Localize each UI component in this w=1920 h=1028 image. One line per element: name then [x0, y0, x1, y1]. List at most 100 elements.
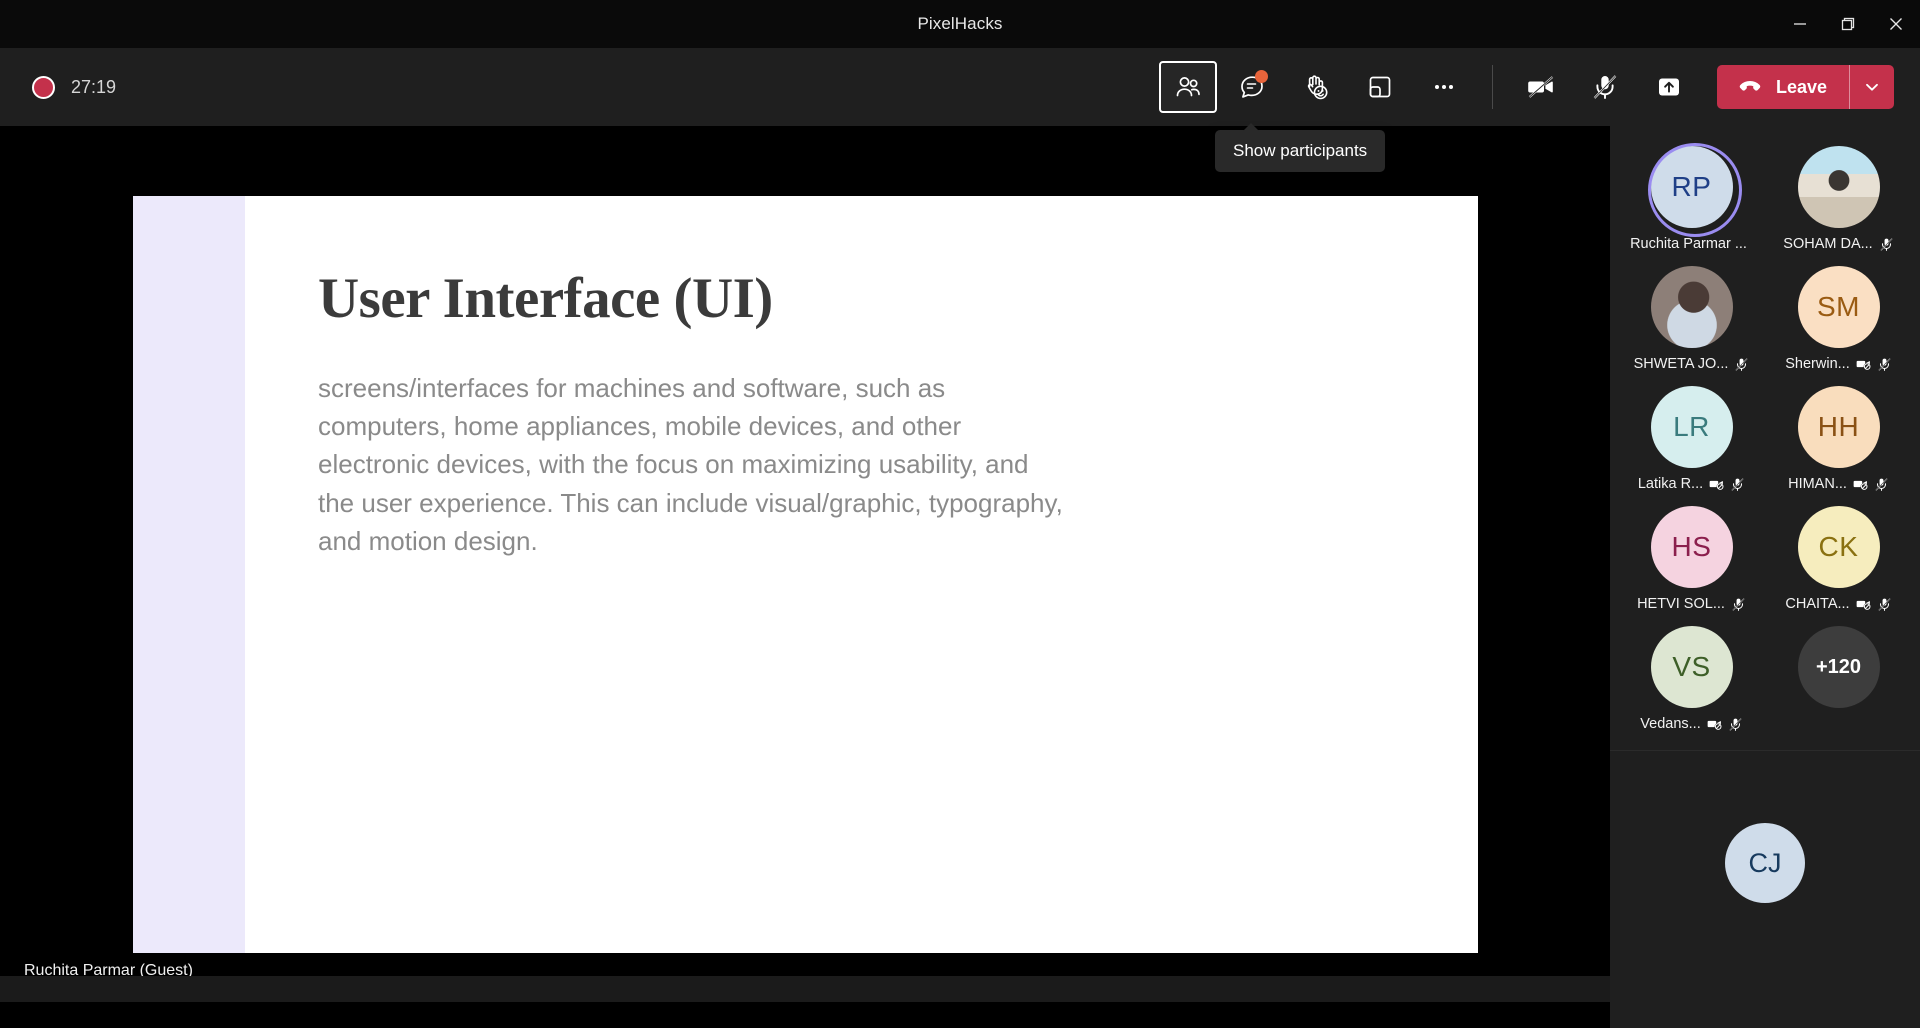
participants-panel: RP Ruchita Parmar ... SOHAM DA... SHWETA J…: [1610, 126, 1920, 1028]
participant-name-row: Sherwin...: [1785, 356, 1891, 372]
window-controls: [1776, 0, 1920, 48]
avatar: [1797, 146, 1880, 228]
camera-off-icon: [1709, 480, 1724, 491]
participant-status-icons: [1856, 356, 1892, 372]
participant-status-icons: [1856, 596, 1892, 612]
participant-name-row: Latika R...: [1638, 476, 1745, 492]
mic-muted-icon: [1875, 477, 1888, 491]
participant-name: Latika R...: [1637, 476, 1704, 492]
avatar: HH: [1797, 386, 1880, 468]
meeting-toolbar: 27:19 Leave: [0, 48, 1920, 126]
hangup-icon: [1739, 81, 1761, 91]
participant-name-row: HIMAN...: [1788, 476, 1889, 492]
participant-avatar-active-speaker: RP: [1645, 140, 1742, 237]
toolbar-divider: [1491, 65, 1493, 109]
participant-name: SOHAM DA...: [1783, 236, 1873, 252]
camera-toggle-button[interactable]: [1512, 61, 1570, 113]
participant-avatar-wrap: [1645, 260, 1739, 354]
participant-avatar-wrap: [1792, 140, 1886, 234]
slide-title: User Interface (UI): [318, 267, 773, 330]
participants-grid: RP Ruchita Parmar ... SOHAM DA... SHWETA J…: [1610, 126, 1920, 751]
mic-muted-icon: [1880, 237, 1893, 251]
participant-tile[interactable]: LR Latika R...: [1620, 380, 1763, 492]
participant-avatar-wrap: HS: [1645, 500, 1739, 594]
avatar: SM: [1797, 266, 1880, 348]
participant-name: HETVI SOL...: [1637, 596, 1725, 612]
leave-button-label: Leave: [1775, 76, 1827, 97]
mic-muted-icon: [1878, 597, 1891, 611]
participant-tile[interactable]: SM Sherwin...: [1767, 260, 1910, 372]
participant-name: CHAITA...: [1785, 596, 1850, 612]
camera-off-icon: [1856, 600, 1871, 611]
participant-tile[interactable]: HH HIMAN...: [1767, 380, 1910, 492]
camera-off-icon: [1528, 76, 1554, 98]
self-avatar: CJ: [1725, 823, 1805, 903]
share-screen-icon: [1658, 78, 1679, 96]
ellipsis-icon: [1434, 85, 1453, 89]
participant-tile[interactable]: SHWETA JO...: [1620, 260, 1763, 372]
camera-off-icon: [1856, 360, 1871, 371]
participant-status-icons: [1731, 597, 1746, 612]
participant-name: SHWETA JO...: [1633, 356, 1729, 372]
slide-accent-strip: [133, 196, 245, 953]
avatar: [1650, 266, 1733, 348]
participant-name-row: CHAITA...: [1785, 596, 1891, 612]
reactions-button[interactable]: [1287, 61, 1345, 113]
mic-muted-icon: [1732, 597, 1745, 611]
participant-name: Sherwin...: [1785, 356, 1850, 372]
overflow-count: +120: [1797, 626, 1880, 708]
window-titlebar: PixelHacks: [0, 0, 1920, 48]
chat-button[interactable]: [1223, 61, 1281, 113]
stage-bottom-strip: [0, 976, 1610, 1002]
window-title: PixelHacks: [917, 14, 1003, 33]
mic-muted-icon: [1878, 357, 1891, 371]
close-button[interactable]: [1872, 0, 1920, 48]
participant-status-icons: [1709, 476, 1745, 492]
shared-content-stage[interactable]: User Interface (UI) screens/interfaces f…: [0, 126, 1610, 1002]
mic-muted-icon: [1731, 477, 1744, 491]
participant-tile[interactable]: CK CHAITA...: [1767, 500, 1910, 612]
participant-name-row: Ruchita Parmar ...: [1630, 236, 1753, 252]
self-view-tile[interactable]: CJ: [1610, 698, 1920, 1028]
avatar: LR: [1650, 386, 1733, 468]
share-content-button[interactable]: [1640, 61, 1698, 113]
participant-name: HIMAN...: [1788, 476, 1847, 492]
rooms-button[interactable]: [1351, 61, 1409, 113]
avatar: CK: [1797, 506, 1880, 588]
avatar: RP: [1650, 146, 1733, 228]
breakout-rooms-icon: [1369, 76, 1391, 98]
participant-avatar-wrap: HH: [1792, 380, 1886, 474]
more-options-button[interactable]: [1415, 61, 1473, 113]
leave-button[interactable]: Leave: [1717, 65, 1849, 109]
participant-tile[interactable]: RP Ruchita Parmar ...: [1620, 140, 1763, 252]
participant-status-icons: [1853, 476, 1889, 492]
participant-tile[interactable]: HS HETVI SOL...: [1620, 500, 1763, 612]
participant-name-row: SHWETA JO...: [1634, 356, 1750, 372]
show-participants-tooltip: Show participants: [1215, 123, 1386, 172]
slide-body-text: screens/interfaces for machines and soft…: [318, 373, 1063, 556]
leave-options-button[interactable]: [1850, 65, 1894, 109]
slide-body: User Interface (UI) screens/interfaces f…: [245, 196, 1478, 953]
leave-button-group: Leave: [1716, 65, 1894, 109]
mic-muted-icon: [1735, 357, 1748, 371]
participant-status-icons: [1734, 357, 1749, 372]
chevron-down-icon: [1866, 83, 1878, 91]
participant-avatar-wrap: SM: [1792, 260, 1886, 354]
toolbar-actions: Leave: [0, 61, 1920, 113]
show-participants-button[interactable]: [1158, 61, 1217, 113]
participant-name-row: SOHAM DA...: [1783, 236, 1893, 252]
people-icon: [1176, 77, 1200, 97]
participant-name-row: HETVI SOL...: [1637, 596, 1746, 612]
chat-unread-badge: [1254, 70, 1268, 83]
minimize-button[interactable]: [1776, 0, 1824, 48]
mic-toggle-button[interactable]: [1576, 61, 1634, 113]
participant-tile[interactable]: SOHAM DA...: [1767, 140, 1910, 252]
presentation-slide: User Interface (UI) screens/interfaces f…: [133, 196, 1478, 953]
avatar: VS: [1650, 626, 1733, 708]
camera-off-icon: [1853, 480, 1868, 491]
raise-hand-reaction-icon: [1307, 75, 1328, 100]
participant-avatar-wrap: CK: [1792, 500, 1886, 594]
participant-avatar-wrap: LR: [1645, 380, 1739, 474]
restore-button[interactable]: [1824, 0, 1872, 48]
participant-status-icons: [1879, 237, 1894, 252]
